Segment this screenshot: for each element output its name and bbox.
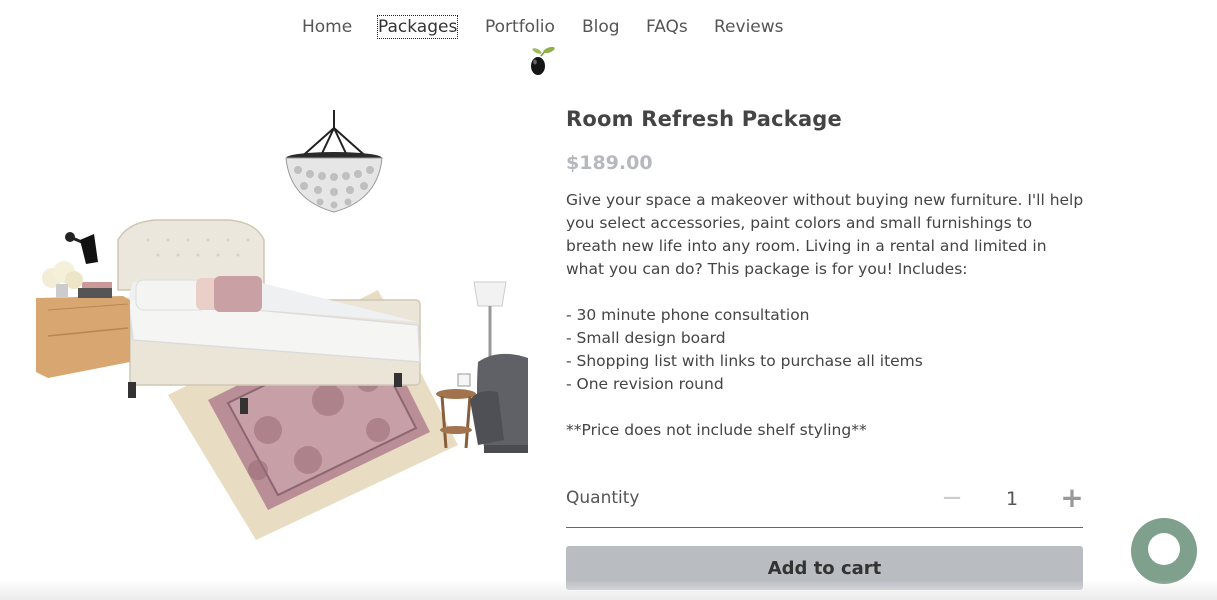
description-bullet: - 30 minute phone consultation <box>566 306 810 324</box>
product-price: $189.00 <box>566 152 653 174</box>
description-bullet: - Small design board <box>566 329 726 347</box>
quantity-value[interactable]: 1 <box>1002 488 1022 510</box>
nav-home[interactable]: Home <box>302 16 352 38</box>
chat-bubble-icon <box>1148 533 1180 565</box>
plus-icon[interactable]: + <box>1059 484 1085 512</box>
chandelier-icon <box>285 110 383 213</box>
wall-sconce-icon <box>65 232 98 264</box>
description-bullet: - Shopping list with links to purchase a… <box>566 352 923 370</box>
main-nav: Home Packages Portfolio Blog FAQs Review… <box>0 15 1217 40</box>
nav-blog[interactable]: Blog <box>582 16 620 38</box>
description-bullet: - One revision round <box>566 375 724 393</box>
product-moodboard-image <box>36 110 528 540</box>
product-description: Give your space a makeover without buyin… <box>566 189 1086 442</box>
description-intro: Give your space a makeover without buyin… <box>566 191 1084 278</box>
nav-reviews[interactable]: Reviews <box>714 16 784 38</box>
add-to-cart-button[interactable]: Add to cart <box>566 546 1083 590</box>
nav-packages[interactable]: Packages <box>376 15 459 39</box>
nav-faqs[interactable]: FAQs <box>646 16 688 38</box>
product-title: Room Refresh Package <box>566 107 842 131</box>
nav-portfolio[interactable]: Portfolio <box>485 16 555 38</box>
bed-icon <box>117 219 421 414</box>
quantity-stepper: Quantity − 1 + <box>566 484 1085 528</box>
olive-branch-icon[interactable] <box>527 44 557 78</box>
armchair-icon <box>470 353 528 453</box>
description-note: **Price does not include shelf styling** <box>566 421 867 439</box>
nightstand-icon <box>36 261 130 378</box>
chat-button[interactable] <box>1131 518 1197 584</box>
minus-icon[interactable]: − <box>940 485 964 511</box>
quantity-label: Quantity <box>566 488 640 508</box>
